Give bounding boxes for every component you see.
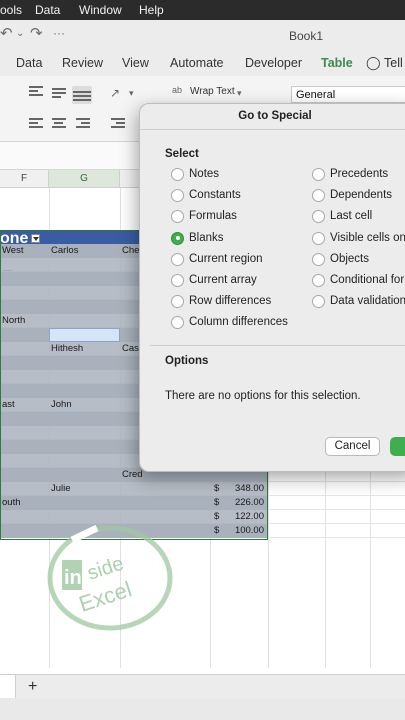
sheet-tab-bar: +	[0, 674, 405, 698]
align-bottom-icon[interactable]	[72, 86, 92, 104]
menu-data[interactable]: Data	[35, 3, 60, 17]
option-label: Last cell	[330, 210, 373, 223]
menu-tools[interactable]: ools	[0, 3, 22, 17]
option-label: Dependents	[330, 189, 393, 202]
add-sheet-button[interactable]: +	[28, 678, 37, 696]
document-title: Book1	[289, 29, 324, 43]
ribbon-tabs: Data Review View Automate Developer Tabl…	[0, 48, 405, 76]
tab-data[interactable]: Data	[16, 56, 42, 70]
cancel-button[interactable]: Cancel	[325, 437, 380, 456]
wrap-text-button[interactable]: Wrap Text	[190, 86, 235, 97]
mac-menu-bar: ools Data Window Help	[0, 0, 405, 20]
ok-button[interactable]	[390, 437, 405, 456]
more-icon[interactable]: ···	[53, 26, 65, 40]
svg-text:in: in	[64, 567, 82, 589]
option-label: Formulas	[189, 210, 237, 223]
tab-view[interactable]: View	[122, 56, 149, 70]
excel-window: ools Data Window Help ↶ ⌄ ↷ ··· Book1 Da…	[0, 0, 405, 720]
radio-button[interactable]	[171, 168, 184, 181]
option-label: Precedents	[330, 168, 389, 180]
lightbulb-icon[interactable]: ◯	[366, 55, 381, 71]
number-format-select[interactable]: General	[291, 86, 405, 103]
options-section-label: Options	[165, 355, 209, 367]
radio-button[interactable]	[171, 252, 184, 266]
dialog-divider	[150, 345, 405, 346]
align-right-icon[interactable]	[76, 118, 90, 130]
tab-review[interactable]: Review	[62, 56, 103, 70]
radio-button[interactable]	[312, 168, 325, 181]
option-label: Visible cells on	[330, 231, 405, 244]
option-label: Current region	[189, 252, 263, 265]
tab-developer[interactable]: Developer	[245, 56, 302, 70]
option-label: Objects	[330, 252, 369, 265]
tab-tell-me[interactable]: Tell	[384, 56, 403, 70]
align-top-icon[interactable]	[29, 86, 43, 98]
option-label: Constants	[189, 189, 241, 202]
radio-button[interactable]	[312, 189, 325, 203]
radio-button[interactable]	[171, 210, 184, 224]
radio-button[interactable]	[312, 231, 325, 245]
align-left-icon[interactable]	[29, 118, 43, 130]
option-label: Notes	[189, 168, 220, 180]
radio-button[interactable]	[312, 210, 325, 224]
radio-button[interactable]	[171, 231, 184, 245]
align-center-icon[interactable]	[52, 118, 66, 130]
radio-button[interactable]	[312, 252, 325, 266]
chevron-down-icon[interactable]: ⌄	[16, 28, 24, 39]
align-middle-icon[interactable]	[52, 88, 66, 100]
menu-window[interactable]: Window	[79, 3, 122, 17]
radio-button[interactable]	[312, 295, 325, 309]
option-label: Column differences	[189, 316, 288, 329]
wrap-dropdown-icon[interactable]: ▾	[237, 88, 242, 99]
radio-button[interactable]	[171, 295, 184, 309]
undo-icon[interactable]: ↶	[0, 24, 13, 42]
go-to-special-dialog: Go to Special Select Options There are n…	[139, 103, 405, 472]
svg-text:Excel: Excel	[76, 576, 135, 616]
redo-icon[interactable]: ↷	[30, 24, 43, 42]
radio-button[interactable]	[171, 274, 184, 287]
tab-table[interactable]: Table	[321, 56, 353, 70]
orientation-dropdown-icon[interactable]: ▾	[129, 88, 134, 99]
radio-button[interactable]	[171, 189, 184, 203]
tab-automate[interactable]: Automate	[170, 56, 224, 70]
column-header-g[interactable]: G	[49, 170, 120, 188]
orientation-icon[interactable]: ↗	[110, 86, 120, 100]
option-label: Conditional for	[330, 274, 405, 286]
radio-button[interactable]	[312, 274, 325, 287]
decrease-indent-icon[interactable]	[111, 118, 125, 130]
option-label: Data validation	[330, 295, 405, 308]
title-bar: ↶ ⌄ ↷ ··· Book1	[0, 20, 405, 48]
option-label: Current array	[189, 274, 257, 286]
dialog-title: Go to Special	[140, 104, 405, 130]
menu-help[interactable]: Help	[139, 3, 164, 17]
option-label: Row differences	[189, 295, 272, 308]
option-label: Blanks	[189, 231, 224, 244]
select-section-label: Select	[165, 148, 199, 160]
options-note: There are no options for this selection.	[165, 390, 361, 402]
inside-excel-watermark-logo: in side Excel	[47, 524, 173, 631]
column-header-f[interactable]: F	[0, 170, 49, 188]
sheet-tab[interactable]	[0, 675, 16, 698]
status-bar	[0, 698, 405, 720]
radio-button[interactable]	[171, 316, 184, 330]
wrap-text-icon[interactable]: ab	[172, 85, 182, 95]
